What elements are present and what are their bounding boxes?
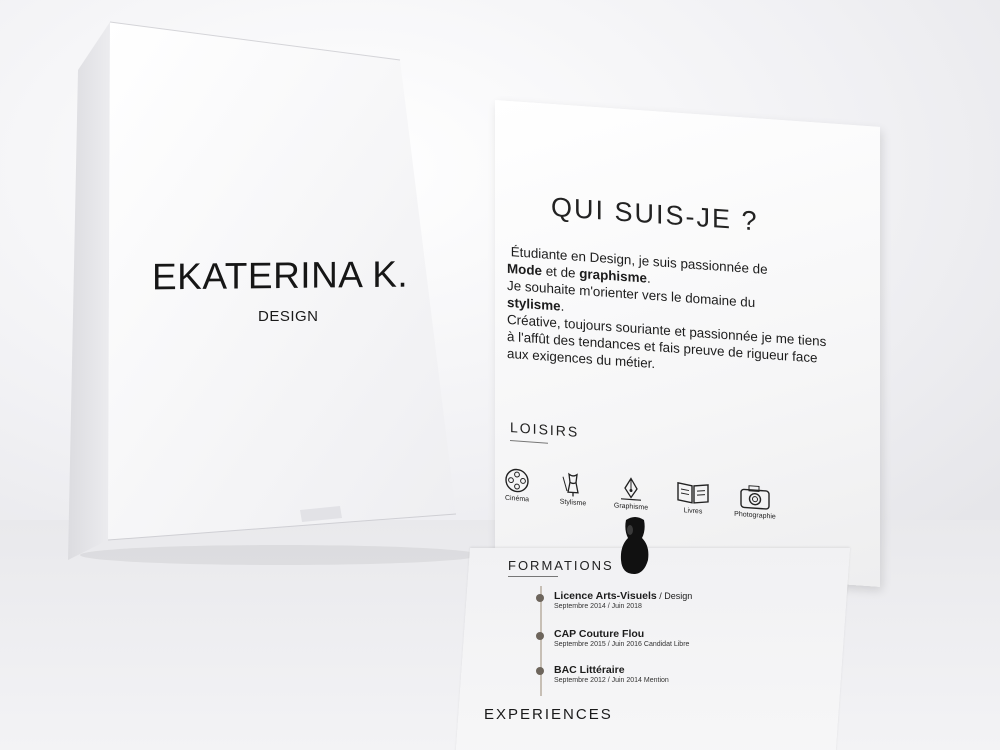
camera-icon [740, 485, 770, 510]
pen-nib-icon [621, 477, 641, 501]
mannequin-icon [562, 472, 579, 497]
card-upper-content: QUI SUIS-JE ? Étudiante en Design, je su… [495, 100, 880, 587]
formation-item: Licence Arts-Visuels / Design Septembre … [554, 590, 692, 610]
loisirs-title: LOISIRS [510, 419, 580, 440]
box-name: EKATERINA K. [152, 253, 409, 298]
photo-scene: EKATERINA K. DESIGN QUI SUIS-JE ? Étudia… [0, 0, 1000, 750]
card-lower-content: FORMATIONS Licence Arts-Visuels / Design… [470, 548, 850, 750]
formations-underline [508, 576, 558, 577]
hobby-label: Graphisme [613, 502, 649, 512]
experiences-title: EXPERIENCES [484, 706, 613, 723]
film-reel-icon [505, 468, 529, 493]
formation-title: Licence Arts-Visuels [554, 590, 657, 602]
hobby-cinema: Cinéma [487, 465, 547, 504]
gift-box: EKATERINA K. DESIGN [60, 20, 470, 580]
box-subtitle: DESIGN [258, 308, 319, 325]
intro-paragraph: Étudiante en Design, je suis passionnée … [507, 243, 837, 385]
hobby-graphisme: Graphisme [601, 473, 661, 512]
hobby-livres: Livres [663, 478, 723, 517]
open-book-icon [677, 481, 709, 504]
formations-title: FORMATIONS [508, 558, 614, 573]
formation-title: BAC Littéraire [554, 664, 625, 676]
formation-title: CAP Couture Flou [554, 628, 645, 640]
formation-dates: Septembre 2014 / Juin 2018 [554, 603, 642, 610]
hobby-label: Cinéma [504, 494, 530, 504]
intro-mode: Mode [507, 260, 542, 279]
formation-item: CAP Couture Flou Septembre 2015 / Juin 2… [554, 628, 689, 648]
timeline-dot [536, 632, 544, 640]
intro-and: et de [545, 263, 576, 281]
hobby-label: Livres [683, 507, 703, 516]
timeline-dot [536, 667, 544, 675]
hobby-photographie: Photographie [725, 482, 785, 521]
card-heading: QUI SUIS-JE ? [551, 191, 759, 237]
formations-timeline [540, 586, 542, 696]
loisirs-underline [510, 440, 548, 444]
hobby-stylisme: Stylisme [543, 469, 603, 508]
black-magnet [620, 517, 649, 574]
hobby-label: Photographie [734, 510, 776, 521]
formation-dates: Septembre 2015 / Juin 2016 Candidat Libr… [554, 641, 690, 648]
hobby-label: Stylisme [559, 498, 587, 508]
formation-item: BAC Littéraire Septembre 2012 / Juin 201… [554, 664, 669, 684]
timeline-dot [536, 594, 544, 602]
formation-dates: Septembre 2012 / Juin 2014 Mention [554, 677, 669, 684]
formation-suffix: / Design [656, 591, 693, 601]
